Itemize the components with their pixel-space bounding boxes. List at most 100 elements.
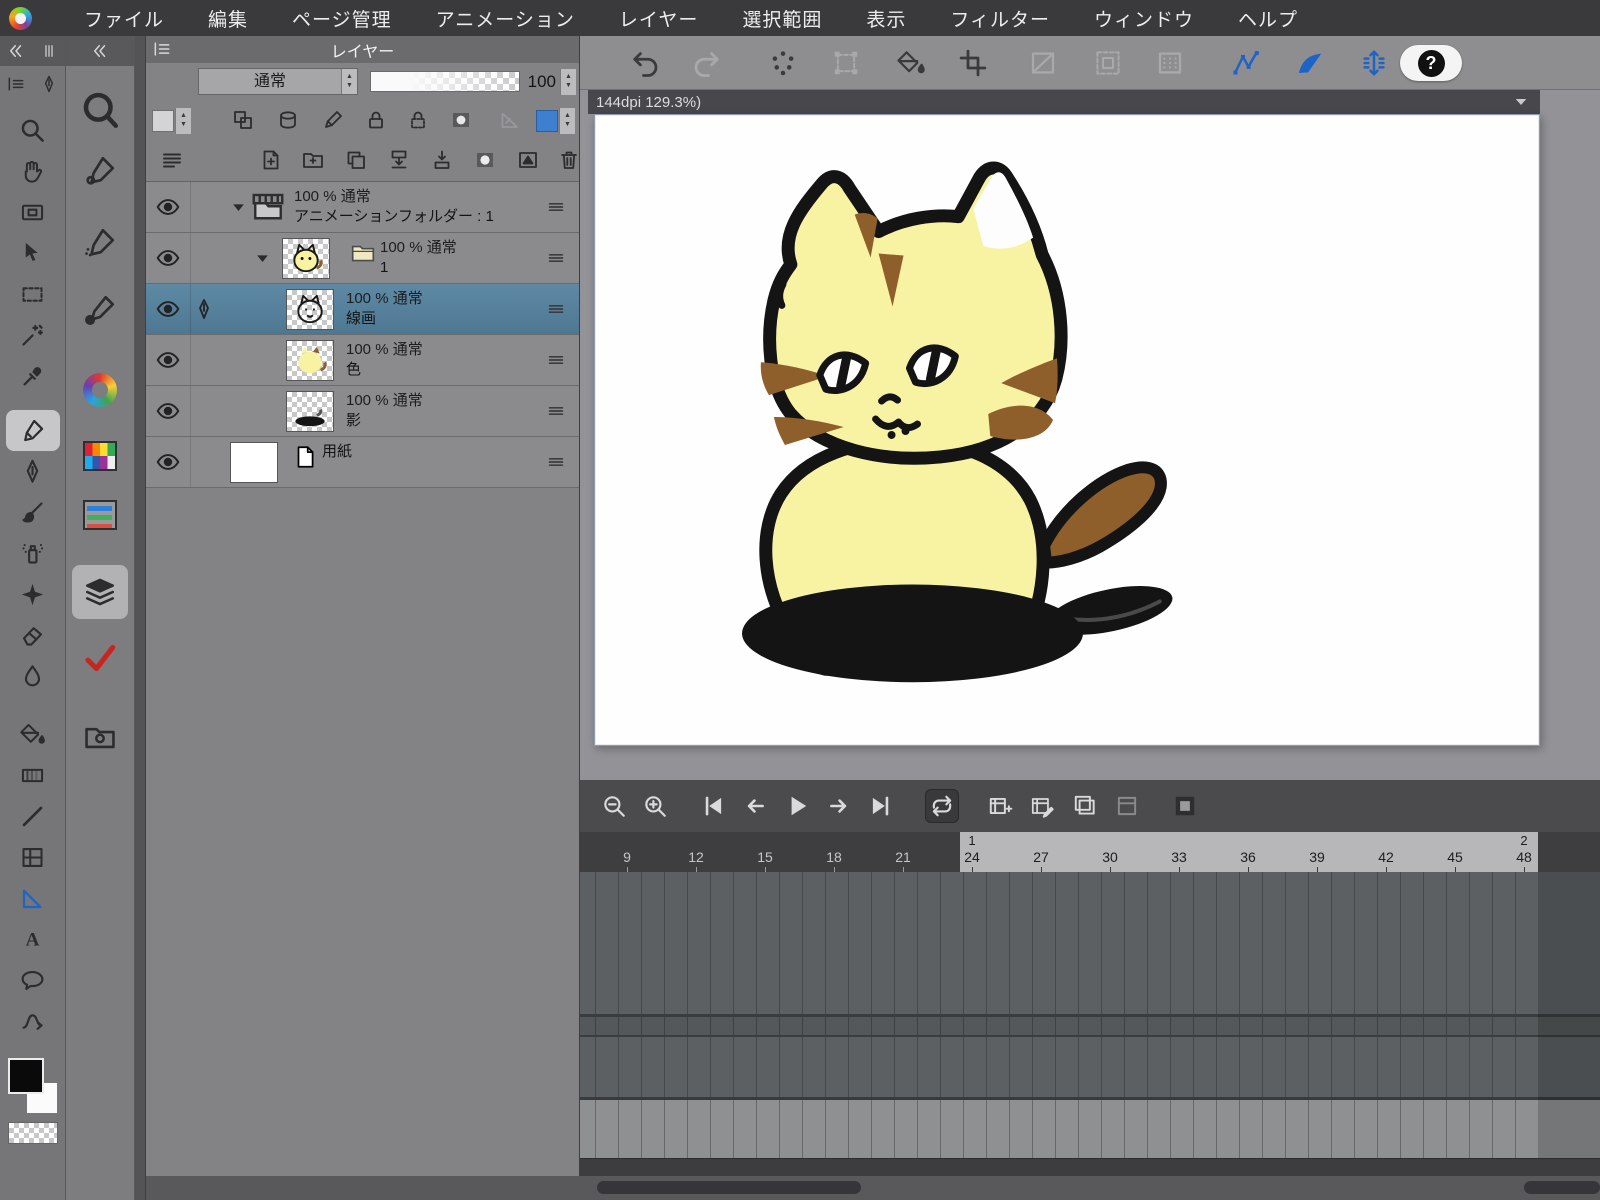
new-layer-button[interactable]	[259, 148, 287, 176]
fill-tool-button[interactable]	[6, 714, 60, 755]
reference-layer-button[interactable]	[276, 108, 302, 134]
layer-panel-button[interactable]	[72, 565, 128, 619]
material-panel-button[interactable]	[72, 713, 128, 761]
menu-item[interactable]: 選択範囲	[742, 5, 822, 32]
layer-grip-icon[interactable]	[545, 196, 567, 218]
snap-ruler-button[interactable]	[1228, 45, 1264, 81]
layer-visibility-toggle[interactable]	[155, 347, 181, 373]
brush-size-panel-button[interactable]	[72, 286, 128, 334]
layer-row[interactable]: 100 % 通常影	[146, 386, 579, 437]
balloon-tool-button[interactable]	[6, 960, 60, 1001]
layer-color-box[interactable]	[536, 110, 558, 132]
menu-item[interactable]: 編集	[208, 5, 248, 32]
layer-visibility-toggle[interactable]	[155, 296, 181, 322]
scrollbar-thumb[interactable]	[597, 1181, 861, 1194]
expander-icon[interactable]	[230, 199, 247, 216]
tool-palette-header[interactable]	[0, 36, 65, 66]
frame-border-tool-button[interactable]	[6, 837, 60, 878]
crop-frame-button[interactable]	[955, 45, 991, 81]
dock-divider[interactable]	[135, 36, 146, 1200]
opacity-slider[interactable]	[370, 71, 520, 92]
specify-cel-button[interactable]	[1025, 789, 1059, 823]
blend-tool-button[interactable]	[6, 656, 60, 697]
panel-dock-header[interactable]	[66, 36, 134, 66]
blend-mode-select[interactable]: 通常 ▲ ▼	[198, 68, 358, 95]
onion-skin-button[interactable]	[1068, 789, 1102, 823]
blend-mode-stepper[interactable]: ▲ ▼	[341, 69, 357, 94]
menu-item[interactable]: ヘルプ	[1238, 5, 1298, 32]
menu-item[interactable]: ページ管理	[292, 5, 392, 32]
marker-tool-button[interactable]	[5, 410, 60, 451]
snap-grid-button[interactable]	[1356, 45, 1392, 81]
main-color-swatch[interactable]	[8, 1058, 44, 1094]
transfer-down-button[interactable]	[387, 148, 415, 176]
loupe-button[interactable]	[72, 86, 128, 134]
duplicate-layer-button[interactable]	[344, 148, 372, 176]
hand-tool-button[interactable]	[6, 151, 60, 192]
airbrush-tool-button[interactable]	[6, 533, 60, 574]
opacity-stepper[interactable]: ▲ ▼	[560, 69, 576, 95]
layer-thumbnail[interactable]	[286, 289, 334, 330]
palette-color-stepper[interactable]: ▲ ▼	[175, 108, 191, 134]
color-wheel-panel-button[interactable]	[72, 366, 128, 414]
layer-color-stepper[interactable]: ▲ ▼	[559, 108, 575, 134]
layer-visibility-toggle[interactable]	[155, 245, 181, 271]
prev-frame-button[interactable]	[738, 789, 772, 823]
move-layer-tool-button[interactable]	[6, 233, 60, 274]
navigator-tool-button[interactable]	[6, 192, 60, 233]
transform-button[interactable]	[828, 45, 864, 81]
timeline-zoom-in-button[interactable]	[638, 789, 672, 823]
next-frame-button[interactable]	[822, 789, 856, 823]
auto-select-tool-button[interactable]	[6, 315, 60, 356]
menu-item[interactable]: レイヤー	[619, 5, 698, 32]
eyedropper-tool-button[interactable]	[6, 356, 60, 397]
layer-row[interactable]: 100 % 通常色	[146, 335, 579, 386]
scatter-button[interactable]	[765, 45, 801, 81]
timeline-zoom-out-button[interactable]	[597, 789, 631, 823]
layer-visibility-toggle[interactable]	[155, 449, 181, 475]
menu-item[interactable]: フィルター	[950, 5, 1050, 32]
selection-border-button[interactable]	[1090, 45, 1126, 81]
transparent-color-swatch[interactable]	[8, 1122, 58, 1144]
correction-line-tool-button[interactable]	[6, 1001, 60, 1042]
layer-thumbnail[interactable]	[282, 238, 330, 279]
undo-button[interactable]	[628, 45, 664, 81]
layer-grip-icon[interactable]	[545, 451, 567, 473]
snap-special-ruler-button[interactable]	[1292, 45, 1328, 81]
new-cel-button[interactable]	[983, 789, 1017, 823]
chevron-down-icon[interactable]	[1510, 93, 1532, 111]
first-frame-button[interactable]	[696, 789, 730, 823]
marquee-select-tool-button[interactable]	[6, 274, 60, 315]
menu-item[interactable]: ファイル	[84, 5, 164, 32]
canvas[interactable]	[594, 114, 1540, 746]
layer-grip-icon[interactable]	[545, 247, 567, 269]
pen-tool-button[interactable]	[6, 451, 60, 492]
app-logo-icon[interactable]	[9, 6, 32, 30]
timeline-grid[interactable]	[580, 872, 1600, 1158]
brush-tool-button[interactable]	[6, 492, 60, 533]
menu-item[interactable]: 表示	[866, 5, 906, 32]
new-folder-button[interactable]	[301, 148, 329, 176]
timeline-scrollbar[interactable]	[580, 1158, 1600, 1178]
auto-action-panel-button[interactable]	[72, 634, 128, 682]
color-slider-panel-button[interactable]	[72, 491, 128, 539]
layer-thumbnail[interactable]	[286, 340, 334, 381]
clipping-button[interactable]	[231, 108, 257, 134]
cel-settings-button[interactable]	[1110, 789, 1144, 823]
layer-thumbnail[interactable]	[230, 442, 278, 483]
menu-item[interactable]: アニメーション	[436, 5, 575, 32]
last-frame-button[interactable]	[864, 789, 898, 823]
brush-settings-panel-button[interactable]	[72, 219, 128, 267]
gradient-tool-button[interactable]	[6, 755, 60, 796]
panel-menu-icon[interactable]	[152, 39, 172, 59]
layer-row[interactable]: 100 % 通常 線画	[146, 284, 579, 335]
zoom-tool-button[interactable]	[6, 110, 60, 151]
loop-playback-button[interactable]	[925, 789, 959, 823]
create-mask-button[interactable]	[473, 148, 501, 176]
eraser-tool-button[interactable]	[6, 615, 60, 656]
layer-menu-button[interactable]	[160, 148, 188, 176]
layer-visibility-toggle[interactable]	[155, 398, 181, 424]
layer-grip-icon[interactable]	[545, 400, 567, 422]
horizontal-scrollbar[interactable]	[146, 1176, 1600, 1200]
figure-tool-button[interactable]	[6, 796, 60, 837]
